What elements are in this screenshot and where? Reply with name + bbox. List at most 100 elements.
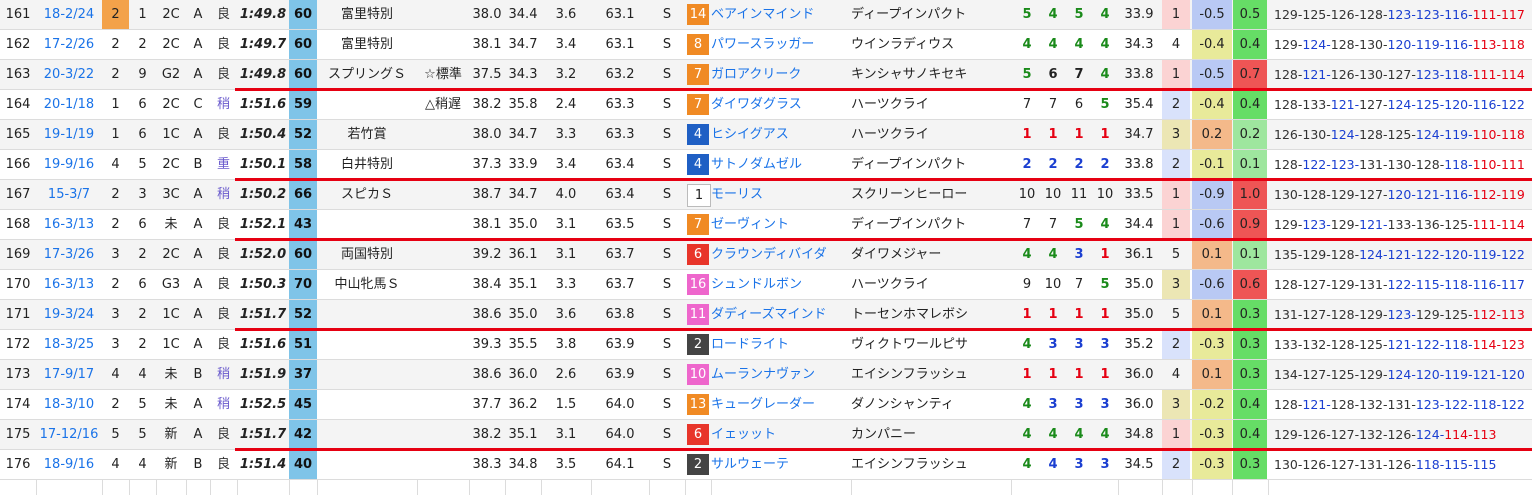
class-cell: 2C — [162, 247, 180, 262]
course-cell: A — [193, 67, 203, 82]
weight-index: 63.4 — [605, 187, 635, 202]
corner-position: 7 — [1074, 67, 1084, 82]
gate-number-badge: 14 — [687, 4, 709, 25]
gate-number-badge: 13 — [687, 394, 709, 415]
horse-name-link[interactable]: クラウンディバイダ — [711, 240, 851, 269]
index-value: 0.6 — [1233, 270, 1267, 299]
corner-position: 1 — [1022, 307, 1032, 322]
lap-times: 130-126-127-131-126-118-115-115 — [1270, 450, 1532, 479]
class-cell: 新 — [164, 457, 178, 472]
margin-value: 0.1 — [1192, 360, 1232, 389]
table-row[interactable]: 166 19-9/16 4 5 2C B 重 1:50.1 58 白井特別 37.3 33.9 3.4 6… — [0, 150, 1532, 180]
pace-note — [417, 270, 469, 299]
week-cell: 2 — [111, 187, 120, 202]
table-row[interactable]: 172 18-3/25 3 2 1C A 良 1:51.6 51 39.3 35.5 3.8 63.9 S… — [0, 330, 1532, 360]
margin-value: -0.4 — [1192, 30, 1232, 59]
last-3f-time: 35.4 — [1124, 97, 1154, 112]
table-row[interactable]: 163 20-3/22 2 9 G2 A 良 1:49.8 60 スプリングＳ ☆標準 37.5 34.… — [0, 60, 1532, 90]
table-row[interactable]: 165 19-1/19 1 6 1C A 良 1:50.4 52 若竹賞 38.0 34.7 3.3 63… — [0, 120, 1532, 150]
table-row[interactable]: 171 19-3/24 3 2 1C A 良 1:51.7 52 38.6 35.0 3.6 63.8 S… — [0, 300, 1532, 330]
race-date-link[interactable]: 17-9/17 — [36, 360, 102, 389]
gate-number-badge: 7 — [687, 64, 709, 85]
horse-name-link[interactable]: サルウェーテ — [711, 450, 851, 479]
table-row[interactable]: 176 18-9/16 4 4 新 B 良 1:51.4 40 38.3 34.8 3.5 64.1 S 2… — [0, 450, 1532, 480]
popularity-rank: 1 — [1162, 180, 1190, 209]
horse-name-link[interactable]: イェッット — [711, 420, 851, 449]
race-date-link[interactable]: 18-3/25 — [36, 330, 102, 359]
lap-segment: 129-125- — [1415, 307, 1473, 322]
lap-segment: 121- — [1330, 97, 1360, 112]
race-date-link[interactable]: 17-2/26 — [36, 30, 102, 59]
horse-name-link[interactable]: パワースラッガー — [711, 30, 851, 59]
race-date-link[interactable]: 20-1/18 — [36, 90, 102, 119]
race-date-link[interactable]: 18-2/24 — [36, 0, 102, 29]
horse-name-link[interactable]: ムーランナヴァン — [711, 360, 851, 389]
horse-name-link[interactable]: ダイワダグラス — [711, 90, 851, 119]
table-row[interactable]: 169 17-3/26 3 2 2C A 良 1:52.0 60 両国特別 39.2 36.1 3.1 6… — [0, 240, 1532, 270]
race-date-link[interactable]: 15-3/7 — [36, 180, 102, 209]
corner-position: 3 — [1100, 397, 1110, 412]
track-condition: 稍 — [216, 367, 230, 382]
table-row[interactable]: 161 18-2/24 2 1 2C A 良 1:49.8 60 富里特別 38.0 34.4 3.6 6… — [0, 0, 1532, 30]
corner-position: 10 — [1096, 187, 1114, 202]
finish-time: 1:50.3 — [239, 277, 287, 292]
sire-name: ダイワメジャー — [851, 247, 942, 262]
pace-note — [417, 210, 469, 239]
lap-segment: 112-113 — [1472, 307, 1525, 322]
lap-segment: 126-130- — [1274, 127, 1331, 142]
horse-name-link[interactable]: ロードライト — [711, 330, 851, 359]
horse-name-link[interactable]: ヒシイグアス — [711, 120, 851, 149]
sire-name: エイシンフラッシュ — [851, 367, 968, 382]
finish-time: 1:49.8 — [239, 67, 287, 82]
corner-position: 3 — [1100, 337, 1110, 352]
lap-segment: 110-118 — [1472, 127, 1525, 142]
row-number: 170 — [5, 277, 31, 292]
race-date-link[interactable]: 18-3/10 — [36, 390, 102, 419]
horse-name-link[interactable]: キューグレーダー — [711, 390, 851, 419]
table-row[interactable]: 167 15-3/7 2 3 3C A 稍 1:50.2 66 スピカＳ 38.7 34.7 4.0 63… — [0, 180, 1532, 210]
horse-name-link[interactable]: ガロアクリーク — [711, 60, 851, 89]
last-half-time: 36.2 — [508, 397, 538, 412]
course-cell: A — [193, 307, 203, 322]
index-value: 0.7 — [1233, 60, 1267, 89]
table-row[interactable]: 170 16-3/13 2 6 G3 A 良 1:50.3 70 中山牝馬Ｓ 38.4 35.1 3.3… — [0, 270, 1532, 300]
lap-segment: 121-122-118- — [1387, 337, 1473, 352]
race-date-link[interactable]: 16-3/13 — [36, 270, 102, 299]
lap-times: 129-125-126-128-123-123-116-111-117 — [1270, 0, 1532, 29]
horse-name-link[interactable]: シュンドルボン — [711, 270, 851, 299]
lap-segment: 118-115-115 — [1415, 457, 1497, 472]
table-row[interactable]: 174 18-3/10 2 5 未 A 稍 1:52.5 45 37.7 36.2 1.5 64.0 S 1… — [0, 390, 1532, 420]
lap-segment: 128- — [1274, 157, 1303, 172]
horse-name-link[interactable]: モーリス — [711, 180, 851, 209]
index-value: 1.0 — [1233, 180, 1267, 209]
class-cell: G3 — [161, 277, 181, 292]
table-row[interactable]: 173 17-9/17 4 4 未 B 稍 1:51.9 37 38.6 36.0 2.6 63.9 S 1… — [0, 360, 1532, 390]
corner-position: 4 — [1048, 427, 1058, 442]
pace-diff: 3.1 — [555, 427, 577, 442]
horse-name-link[interactable]: ベアインマインド — [711, 0, 851, 29]
week-cell: 3 — [111, 337, 120, 352]
race-date-link[interactable]: 19-1/19 — [36, 120, 102, 149]
race-date-link[interactable]: 19-3/24 — [36, 300, 102, 329]
race-date-link[interactable]: 17-12/16 — [36, 420, 102, 449]
race-name: スピカＳ — [340, 187, 393, 202]
row-number: 174 — [5, 397, 31, 412]
race-date-link[interactable]: 19-9/16 — [36, 150, 102, 179]
first-half-time: 37.5 — [472, 67, 502, 82]
table-row[interactable]: 164 20-1/18 1 6 2C C 稍 1:51.6 59 △稍遅 38.2 35.8 2.4 63… — [0, 90, 1532, 120]
race-date-link[interactable]: 17-3/26 — [36, 240, 102, 269]
lap-segment: 133-132-128-125- — [1274, 337, 1388, 352]
table-row[interactable]: 162 17-2/26 2 2 2C A 良 1:49.7 60 富里特別 38.1 34.7 3.4 6… — [0, 30, 1532, 60]
table-row[interactable]: 168 16-3/13 2 6 未 A 良 1:52.1 43 38.1 35.0 3.1 63.5 S 7… — [0, 210, 1532, 240]
horse-name-link[interactable]: ダディーズマインド — [711, 300, 851, 329]
horse-name-link[interactable]: サトノダムゼル — [711, 150, 851, 179]
horse-name-link[interactable]: ゼーヴィント — [711, 210, 851, 239]
speed-index: 43 — [289, 210, 317, 239]
race-date-link[interactable]: 18-9/16 — [36, 450, 102, 479]
class-cell: 1C — [162, 307, 180, 322]
track-condition: 稍 — [216, 397, 230, 412]
table-row[interactable]: 175 17-12/16 5 5 新 A 良 1:51.7 42 38.2 35.1 3.1 64.0 S… — [0, 420, 1532, 450]
race-date-link[interactable]: 20-3/22 — [36, 60, 102, 89]
race-date-link[interactable]: 16-3/13 — [36, 210, 102, 239]
corner-position: 4 — [1074, 427, 1084, 442]
